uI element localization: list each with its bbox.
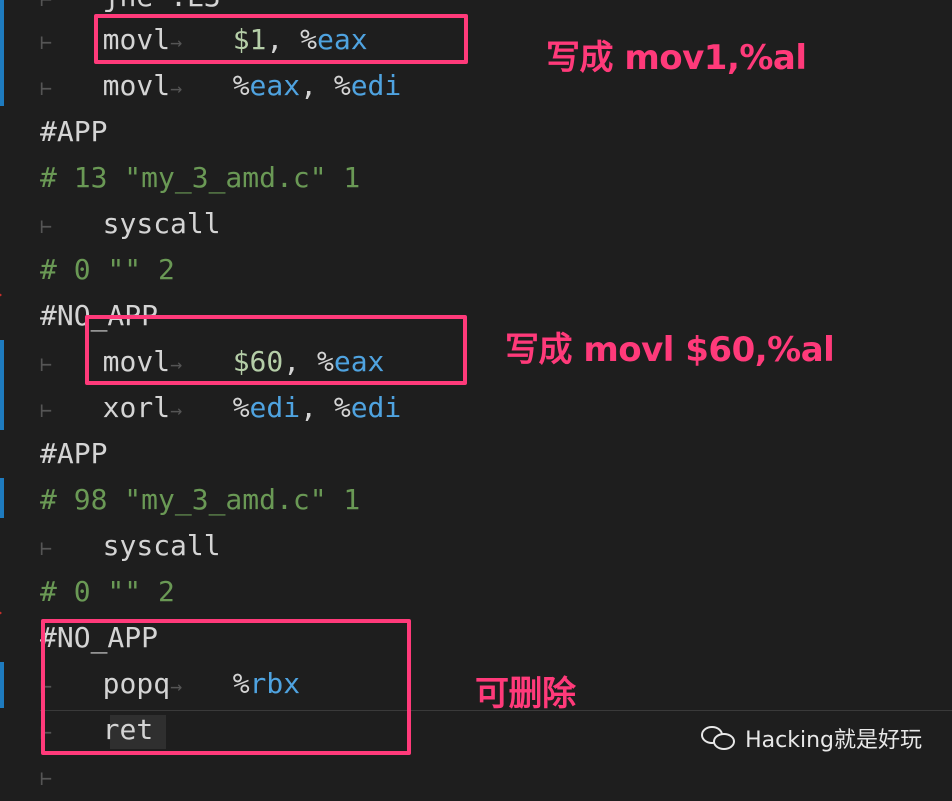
- watermark-text: Hacking就是好玩: [745, 728, 922, 753]
- code-line[interactable]: #APP: [40, 109, 107, 155]
- code-line[interactable]: # 98 "my_3_amd.c" 1: [40, 477, 360, 523]
- modified-gutter-bar: [0, 0, 4, 106]
- code-line[interactable]: ⊢ movl→ %eax, %edi: [40, 63, 401, 109]
- annotation-note-2: 写成 movl $60,%al: [505, 330, 835, 370]
- breakpoint-marker[interactable]: [0, 288, 2, 302]
- wechat-icon: [701, 724, 737, 752]
- annotation-note-1: 写成 mov1,%al: [546, 38, 807, 78]
- code-line[interactable]: # 0 "" 2: [40, 569, 175, 615]
- modified-gutter-bar: [0, 478, 4, 518]
- code-line[interactable]: # 13 "my_3_amd.c" 1: [40, 155, 360, 201]
- annotation-note-3: 可删除: [475, 674, 576, 714]
- code-line[interactable]: # 0 "" 2: [40, 247, 175, 293]
- highlight-box-movl-60: [85, 315, 467, 385]
- code-line[interactable]: ⊢ syscall: [40, 201, 221, 247]
- highlight-box-removable: [41, 619, 411, 755]
- modified-gutter-bar: [0, 662, 4, 708]
- code-line[interactable]: ⊢: [40, 753, 52, 799]
- watermark: Hacking就是好玩: [701, 722, 922, 754]
- breakpoint-marker[interactable]: [0, 606, 2, 620]
- highlight-box-movl-1: [94, 14, 468, 64]
- modified-gutter-bar: [0, 340, 4, 430]
- code-line[interactable]: ⊢ xorl→ %edi, %edi: [40, 385, 401, 431]
- code-line[interactable]: #APP: [40, 431, 107, 477]
- code-line[interactable]: ⊢ syscall: [40, 523, 221, 569]
